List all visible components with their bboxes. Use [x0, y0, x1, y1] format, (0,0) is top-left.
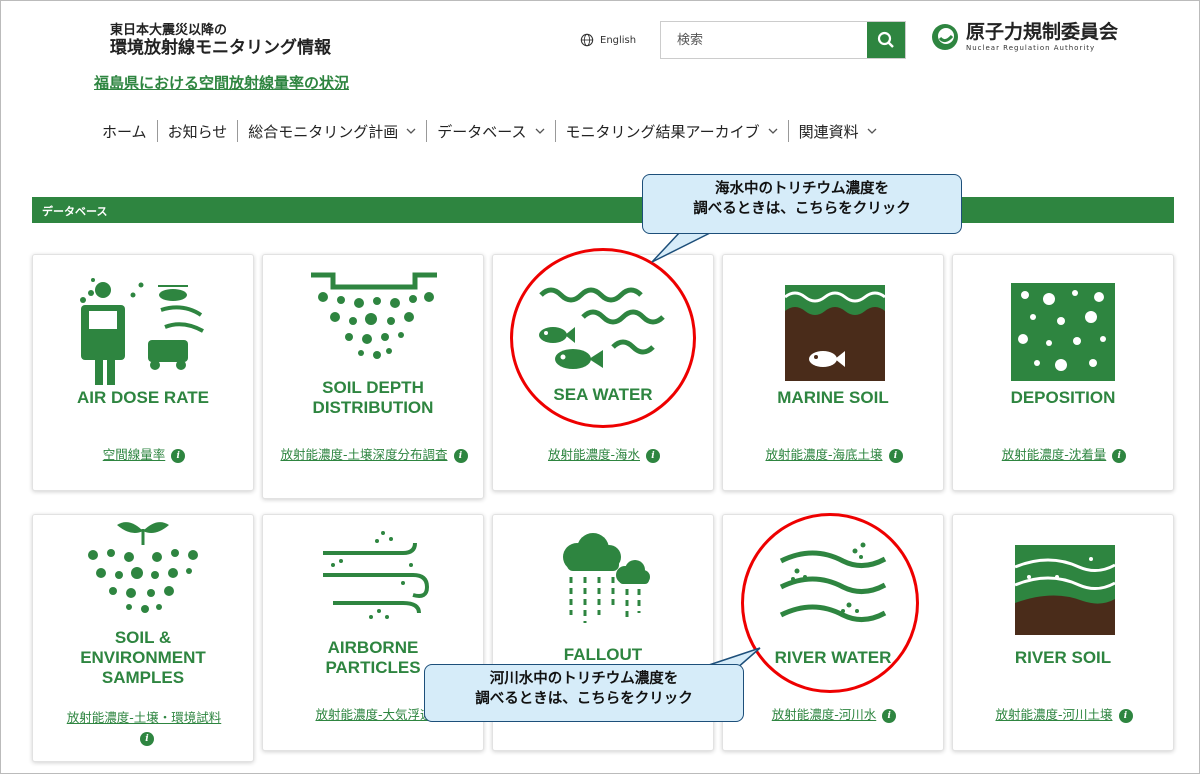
callout-river-water: 河川水中のトリチウム濃度を 調べるときは、こちらをクリック — [424, 664, 744, 722]
callout-river-line1: 河川水中のトリチウム濃度を — [489, 671, 679, 687]
callout-sea-line2: 調べるときは、こちらをクリック — [693, 201, 911, 217]
callout-pointers — [651, 231, 761, 692]
callout-river-line2: 調べるときは、こちらをクリック — [475, 691, 693, 707]
callout-sea-water: 海水中のトリチウム濃度を 調べるときは、こちらをクリック — [642, 174, 962, 234]
callout-sea-line1: 海水中のトリチウム濃度を — [715, 181, 889, 197]
